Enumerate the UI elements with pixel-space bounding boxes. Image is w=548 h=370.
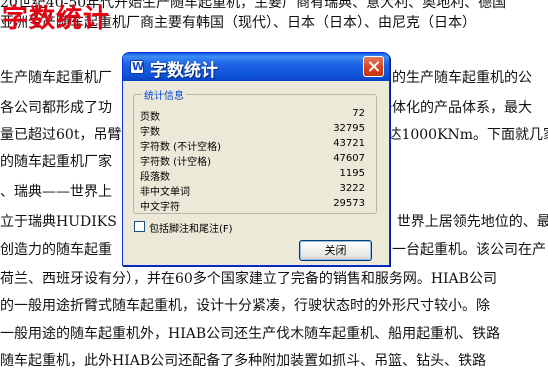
doc-line: 的一般用途折臂式随车起重机，设计十分紧凑，行驶状态时的外形尺寸较小。除 (0, 298, 490, 314)
stat-value: 1195 (339, 168, 365, 179)
close-button[interactable]: 关闭 (299, 240, 372, 261)
stat-label: 字数 (140, 127, 160, 138)
stat-row-chars-no-spaces: 字符数 (不计空格) 43721 (140, 138, 365, 153)
doc-line: 一般用途的随车起重机外，HIAB公司还生产伐木随车起重机、船用起重机、铁路 (0, 326, 501, 342)
stat-row-pages: 页数 72 (140, 108, 365, 123)
stat-value: 3222 (339, 183, 365, 194)
stat-label: 中文字符 (140, 202, 180, 213)
stat-label: 非中文单词 (140, 187, 190, 198)
word-count-dialog: W 字数统计 统计信息 页数 72 字数 32795 字符数 (不计空格) 43… (122, 52, 390, 266)
group-label: 统计信息 (142, 87, 186, 102)
dialog-titlebar[interactable]: W 字数统计 (123, 53, 389, 81)
include-footnotes-label[interactable]: 包括脚注和尾注(F) (149, 220, 233, 235)
statistics-group: 统计信息 页数 72 字数 32795 字符数 (不计空格) 43721 字符数… (133, 87, 377, 214)
stat-row-words: 字数 32795 (140, 123, 365, 138)
doc-line: 随车起重机，此外HIAB公司还配备了多种附加装置如抓斗、吊篮、钻头、铁路 (0, 353, 487, 369)
stat-label: 字符数 (不计空格) (140, 142, 221, 153)
stat-value: 72 (352, 108, 365, 119)
doc-line: 、瑞典——世界上 (0, 184, 112, 200)
app-icon-letter: W (132, 60, 145, 73)
doc-line: 荷兰、西班牙设有分），并在60多个国家建立了完备的销售和服务网。HIAB公司 (0, 271, 497, 287)
stat-value: 47607 (333, 153, 365, 164)
doc-line: 的随车起重机厂家 (0, 154, 112, 170)
overlay-title: 字数统计 (2, 4, 111, 34)
stat-row-chars-with-spaces: 字符数 (计空格) 47607 (140, 153, 365, 168)
stat-row-paragraphs: 段落数 1195 (140, 168, 365, 183)
stat-row-chinese-chars: 中文字符 29573 (140, 198, 365, 213)
include-footnotes-checkbox[interactable] (134, 221, 145, 232)
dialog-title: 字数统计 (150, 61, 218, 81)
stat-label: 页数 (140, 112, 160, 123)
stat-label: 段落数 (140, 172, 170, 183)
word-app-icon: W (130, 60, 144, 74)
stat-value: 29573 (333, 198, 365, 209)
stat-row-non-chinese-words: 非中文单词 3222 (140, 183, 365, 198)
stat-label: 字符数 (计空格) (140, 157, 211, 168)
close-icon[interactable] (363, 56, 384, 77)
stat-value: 43721 (333, 138, 365, 149)
stat-value: 32795 (333, 123, 365, 134)
